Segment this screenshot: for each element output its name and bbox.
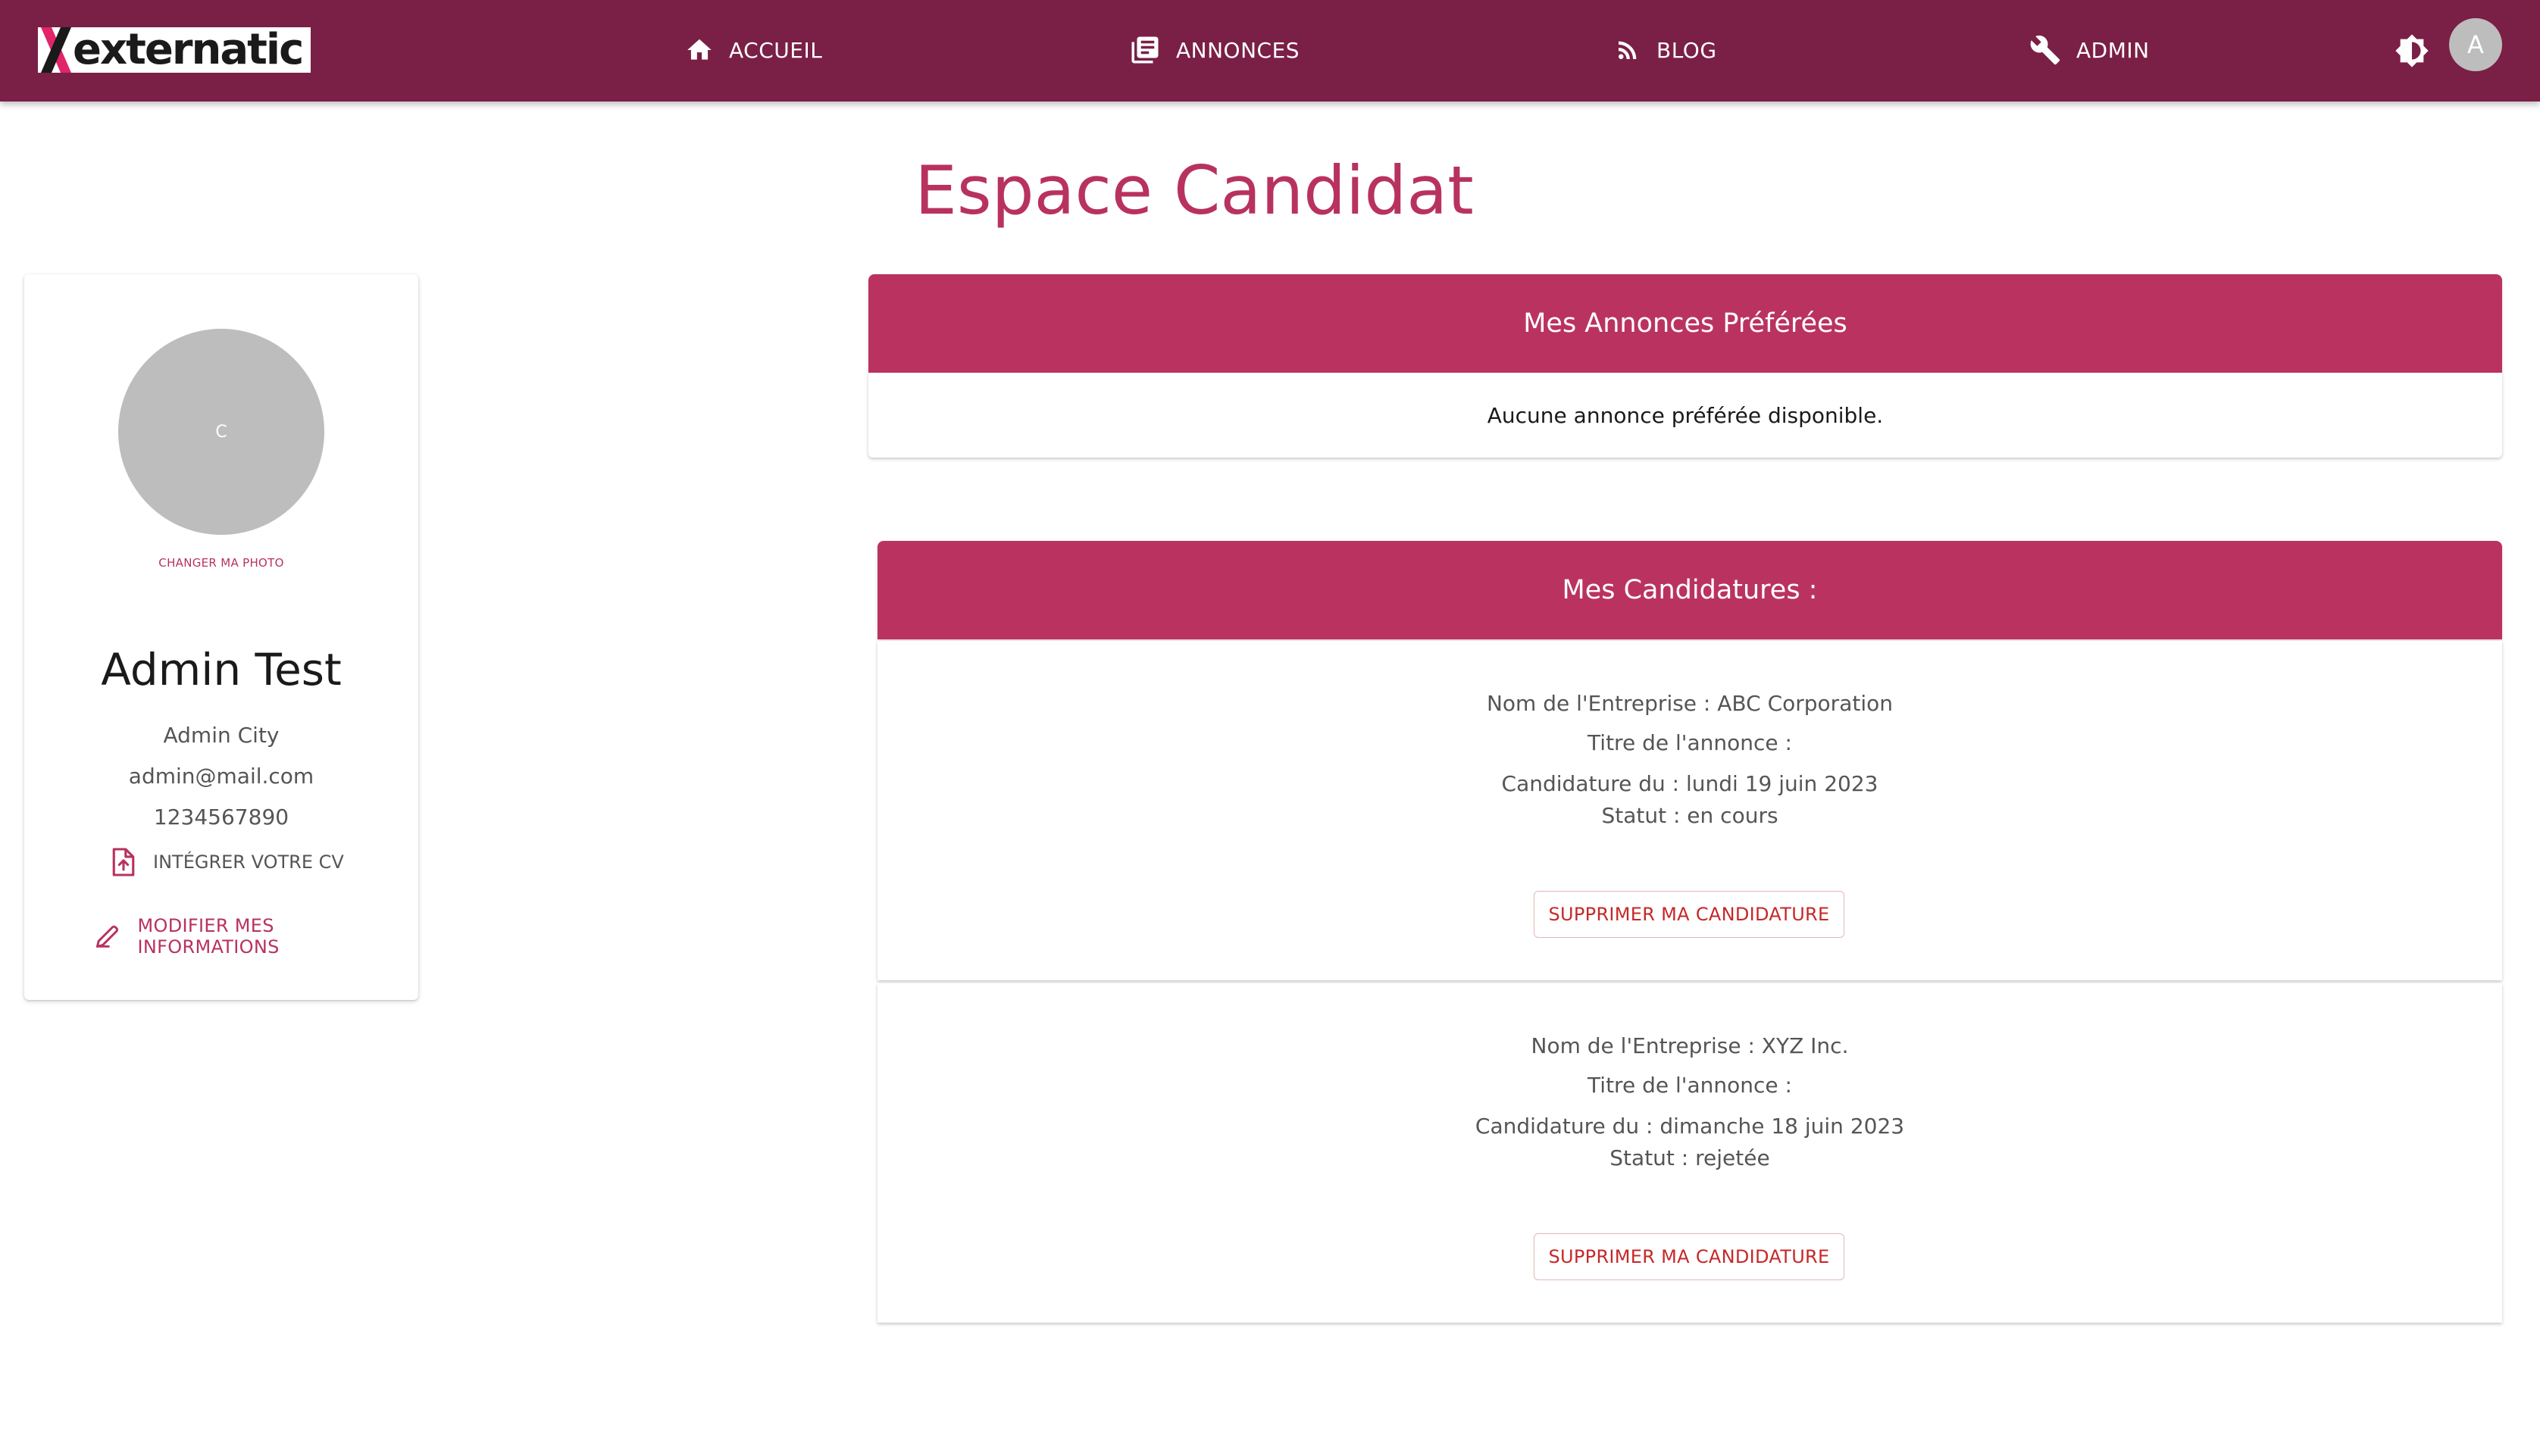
application-date: Candidature du : lundi 19 juin 2023 [1501,771,1878,796]
nav-item-blog[interactable]: BLOG [1614,30,1717,70]
application-company: Nom de l'Entreprise : ABC Corporation [1486,691,1893,716]
application-company: Nom de l'Entreprise : XYZ Inc. [1531,1033,1849,1058]
favorites-empty-message: Aucune annonce préférée disponible. [868,373,2502,458]
application-card: Nom de l'Entreprise : ABC Corporation Ti… [877,641,2502,980]
user-avatar[interactable]: A [2449,18,2502,71]
nav-item-annonces[interactable]: ANNONCES [1129,30,1300,70]
nav-label: BLOG [1656,37,1717,63]
delete-application-button[interactable]: SUPPRIMER MA CANDIDATURE [1534,1233,1844,1280]
file-upload-icon [112,848,135,876]
newspaper-icon [1131,36,1159,64]
nav-label: ACCUEIL [729,37,823,63]
profile-city: Admin City [163,723,280,748]
logo-x-mark [38,27,76,73]
logo[interactable]: externatic [38,27,311,73]
profile-name: Admin Test [101,644,342,695]
modify-info-button[interactable]: MODIFIER MES INFORMATIONS [94,915,418,958]
application-title: Titre de l'annonce : [1588,1073,1792,1098]
application-status: Statut : rejetée [1609,1145,1770,1170]
logo-text: externatic [73,27,304,73]
brightness-icon [2395,34,2429,67]
profile-phone: 1234567890 [153,805,289,830]
nav-item-admin[interactable]: ADMIN [2029,30,2150,70]
profile-avatar: C [118,329,324,535]
application-card: Nom de l'Entreprise : XYZ Inc. Titre de … [877,983,2502,1323]
applications-header: Mes Candidatures : [877,541,2502,639]
profile-email: admin@mail.com [128,764,314,789]
application-title: Titre de l'annonce : [1588,730,1792,755]
navbar: externatic ACCUEIL ANNONCES BLOG ADMIN A [0,0,2540,102]
change-photo-link[interactable]: CHANGER MA PHOTO [24,556,418,570]
theme-toggle-button[interactable] [2395,33,2429,68]
home-icon [687,39,712,60]
upload-cv-button[interactable]: INTÉGRER VOTRE CV [111,847,344,877]
application-status: Statut : en cours [1601,803,1778,828]
upload-cv-label: INTÉGRER VOTRE CV [153,851,344,873]
delete-application-button[interactable]: SUPPRIMER MA CANDIDATURE [1534,891,1844,938]
nav-label: ANNONCES [1176,37,1300,63]
modify-info-label: MODIFIER MES INFORMATIONS [137,915,280,958]
application-date: Candidature du : dimanche 18 juin 2023 [1475,1114,1905,1139]
edit-pencil-icon [95,925,119,948]
nav-label: ADMIN [2076,37,2150,63]
favorites-header: Mes Annonces Préférées [868,274,2502,373]
wrench-icon [2030,35,2060,65]
page-title-text: Espace Candidat [915,152,1474,230]
nav-item-accueil[interactable]: ACCUEIL [685,30,822,70]
page-title: Espace Candidat [0,152,2540,230]
rss-icon [1619,41,1637,59]
profile-card: C CHANGER MA PHOTO Admin Test Admin City… [24,274,418,1000]
